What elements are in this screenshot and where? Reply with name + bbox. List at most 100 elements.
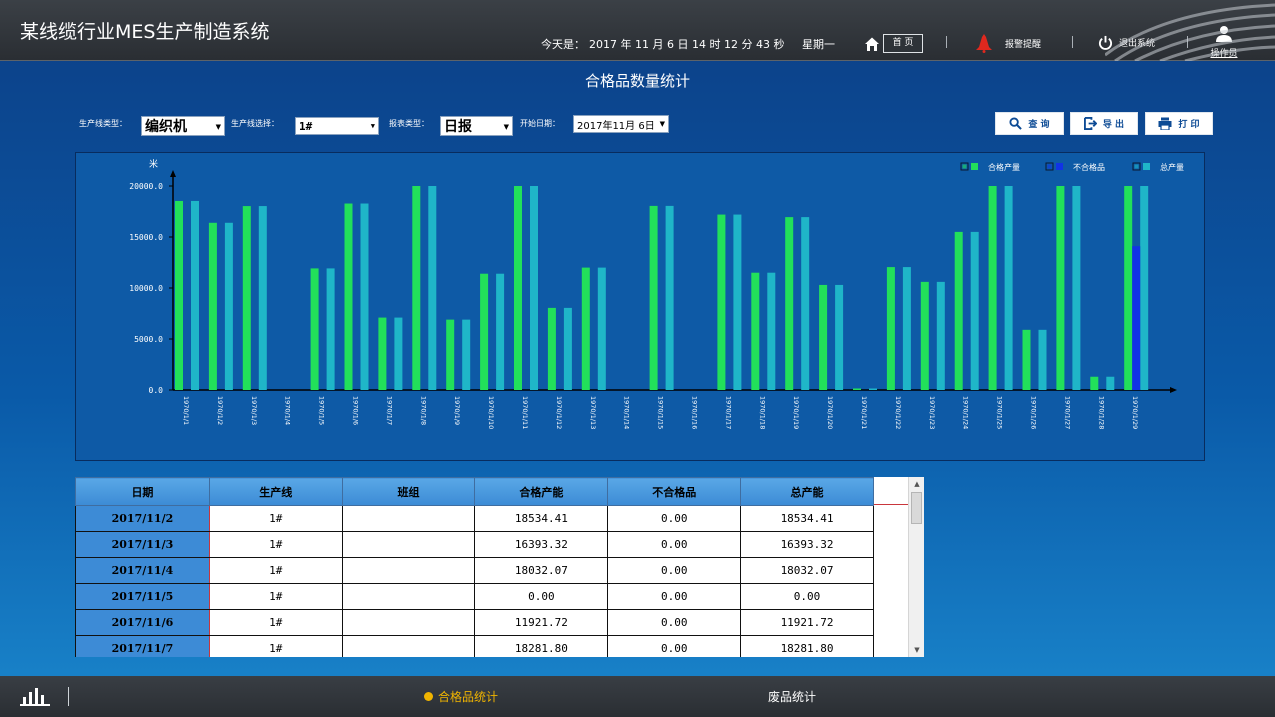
bar-pass xyxy=(1090,376,1099,390)
cell-team xyxy=(341,557,476,584)
cell-team xyxy=(341,635,476,657)
line-select-label: 生产线选择： xyxy=(231,119,279,128)
cell-defects: 0.00 xyxy=(607,635,742,657)
bar-total xyxy=(530,186,538,390)
bar-pass xyxy=(175,200,183,390)
cell-date: 2017/11/5 xyxy=(75,583,210,610)
y-tick-label: 10000.0 xyxy=(129,284,163,293)
export-button[interactable]: 导 出 xyxy=(1070,112,1138,135)
bar-pass xyxy=(547,307,556,390)
x-tick-label: 1970/1/18 xyxy=(758,396,766,429)
column-header-defects[interactable]: 不合格品 xyxy=(607,477,742,506)
cell-defects: 0.00 xyxy=(607,557,742,584)
line-select-value: 1# xyxy=(299,119,313,133)
bar-pass xyxy=(751,272,760,390)
x-tick-label: 1970/1/28 xyxy=(1097,396,1105,429)
alarm-bell-icon xyxy=(976,34,992,53)
bar-pass xyxy=(988,186,997,390)
bar-total xyxy=(835,284,844,390)
x-tick-label: 1970/1/14 xyxy=(623,396,631,429)
column-header-pass-capacity[interactable]: 合格产能 xyxy=(474,477,609,506)
x-tick-label: 1970/1/23 xyxy=(928,396,936,429)
line-type-label: 生产线类型： xyxy=(79,119,127,128)
table-row[interactable]: 2017/11/5 1# 0.00 0.00 0.00 xyxy=(75,583,874,610)
home-button[interactable]: 首 页 xyxy=(883,34,923,53)
column-header-team[interactable]: 班组 xyxy=(341,477,476,506)
table-scrollbar[interactable]: ▲ ▼ xyxy=(908,477,924,657)
cell-pass-capacity: 0.00 xyxy=(474,583,609,610)
x-tick-label: 1970/1/29 xyxy=(1131,396,1139,429)
report-type-select[interactable]: 日报 ▼ xyxy=(440,116,513,136)
bar-total xyxy=(428,186,437,390)
header-divider xyxy=(1072,36,1073,48)
cell-date: 2017/11/6 xyxy=(75,609,210,636)
cell-total-capacity: 18032.07 xyxy=(740,557,874,584)
tab-pass-label: 合格品统计 xyxy=(438,690,499,704)
print-button[interactable]: 打 印 xyxy=(1145,112,1213,135)
bar-total xyxy=(869,388,877,390)
cell-date: 2017/11/3 xyxy=(75,531,210,558)
start-date-picker[interactable]: 2017年11月 6日 ▼ xyxy=(573,115,669,133)
cell-line: 1# xyxy=(208,505,343,532)
stats-table: 日期 生产线 班组 合格产能 不合格品 总产能 2017/11/2 1# 18534… xyxy=(75,477,874,657)
column-header-line[interactable]: 生产线 xyxy=(208,477,343,506)
scroll-up-arrow-icon[interactable]: ▲ xyxy=(909,477,924,491)
x-tick-label: 1970/1/27 xyxy=(1063,396,1071,429)
query-button[interactable]: 查 询 xyxy=(995,112,1064,135)
bar-total xyxy=(801,217,810,390)
x-tick-label: 1970/1/13 xyxy=(589,396,597,429)
line-select[interactable]: 1# ▼ xyxy=(295,117,379,135)
active-dot-icon xyxy=(424,692,433,701)
cell-pass-capacity: 18032.07 xyxy=(474,557,609,584)
bar-pass xyxy=(242,206,251,390)
bar-pass xyxy=(785,217,794,390)
start-date-value: 2017年11月 6日 xyxy=(577,120,655,132)
bar-pass xyxy=(649,205,658,390)
cell-line: 1# xyxy=(208,531,343,558)
cell-defects: 0.00 xyxy=(607,609,742,636)
scroll-thumb[interactable] xyxy=(911,492,922,524)
tab-scrap-stats[interactable]: 废品统计 xyxy=(768,688,816,705)
legend-label: 总产量 xyxy=(1160,162,1184,172)
production-chart: 米 20000.0 15000.0 10000.0 5000.0 0.0 1970/1/1 1… xyxy=(75,152,1205,461)
top-header: 某线缆行业MES生产制造系统 今天是： 2017 年 11 月 6 日 14 时 … xyxy=(0,0,1275,61)
export-icon xyxy=(1083,117,1097,130)
bar-total xyxy=(936,281,945,390)
tab-pass-stats[interactable]: 合格品统计 xyxy=(424,688,498,705)
line-type-select[interactable]: 编织机 ▼ xyxy=(141,116,225,136)
table-row[interactable]: 2017/11/2 1# 18534.41 0.00 18534.41 xyxy=(75,505,874,532)
page-title: 合格品数量统计 xyxy=(584,72,690,90)
table-row[interactable]: 2017/11/4 1# 18032.07 0.00 18032.07 xyxy=(75,557,874,584)
column-header-total-capacity[interactable]: 总产能 xyxy=(740,477,874,506)
legend-label: 合格产量 xyxy=(988,162,1020,172)
weekday: 星期一 xyxy=(801,38,835,51)
cell-defects: 0.00 xyxy=(607,505,742,532)
bar-pass xyxy=(514,186,522,390)
cell-team xyxy=(341,583,476,610)
cell-date: 2017/11/7 xyxy=(75,635,210,657)
column-header-date[interactable]: 日期 xyxy=(75,477,210,506)
x-tick-label: 1970/1/3 xyxy=(250,396,258,425)
home-nav[interactable]: 首 页 xyxy=(864,34,923,53)
legend-check-fill xyxy=(1047,164,1052,169)
scroll-down-arrow-icon[interactable]: ▼ xyxy=(909,643,924,657)
cell-pass-capacity: 16393.32 xyxy=(474,531,609,558)
query-label: 查 询 xyxy=(1028,120,1050,130)
alarm-button[interactable]: 报警提醒 xyxy=(975,33,1041,53)
table-row[interactable]: 2017/11/6 1# 11921.72 0.00 11921.72 xyxy=(75,609,874,636)
bar-total xyxy=(1140,186,1149,390)
y-tick-label: 15000.0 xyxy=(129,233,163,242)
bar-total xyxy=(191,200,199,390)
bar-pass xyxy=(581,267,590,390)
table-header-row: 日期 生产线 班组 合格产能 不合格品 总产能 xyxy=(75,477,874,506)
table-row[interactable]: 2017/11/7 1# 18281.80 0.00 18281.80 xyxy=(75,635,874,657)
cell-defects: 0.00 xyxy=(607,583,742,610)
bar-pass xyxy=(954,231,963,390)
today-label: 今天是： xyxy=(541,38,585,51)
bar-total xyxy=(462,319,471,390)
table-row[interactable]: 2017/11/3 1# 16393.32 0.00 16393.32 xyxy=(75,531,874,558)
bar-pass xyxy=(886,267,895,390)
row-divider xyxy=(874,504,908,505)
cell-total-capacity: 18534.41 xyxy=(740,505,874,532)
bar-pass xyxy=(344,203,353,390)
